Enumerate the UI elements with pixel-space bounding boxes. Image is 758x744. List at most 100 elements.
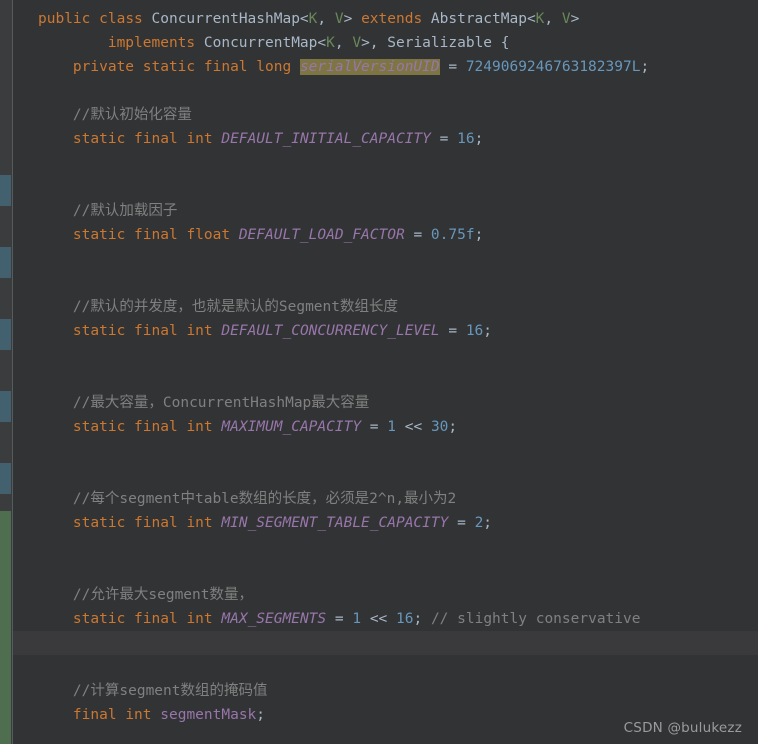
token-num: 7249069246763182397L — [465, 59, 641, 75]
token-punc: ; — [640, 59, 650, 75]
token-kw: final — [134, 419, 178, 435]
token-num: 0.75f — [430, 227, 475, 243]
token-op — [125, 323, 134, 339]
editor-gutter[interactable] — [0, 0, 12, 744]
token-op — [361, 611, 370, 627]
token-kw: implements — [107, 35, 196, 51]
token-type: AbstractMap — [430, 11, 527, 27]
code-line[interactable]: //每个segment中table数组的长度，必须是2^n,最小为2 — [13, 487, 758, 511]
token-cst: DEFAULT_LOAD_FACTOR — [238, 227, 405, 243]
code-line[interactable]: static final int DEFAULT_INITIAL_CAPACIT… — [13, 127, 758, 151]
vcs-marker-modified[interactable] — [0, 463, 11, 494]
code-line[interactable] — [13, 79, 758, 103]
code-line[interactable] — [13, 439, 758, 463]
code-line[interactable]: public class ConcurrentHashMap<K, V> ext… — [13, 7, 758, 31]
token-op — [230, 227, 239, 243]
token-kw: static — [72, 419, 126, 435]
token-op — [326, 611, 335, 627]
token-cst: DEFAULT_CONCURRENCY_LEVEL — [221, 323, 440, 339]
code-line[interactable] — [13, 343, 758, 367]
token-kw: private — [72, 59, 135, 75]
token-punc: ; — [413, 611, 423, 627]
code-line[interactable] — [13, 559, 758, 583]
token-op — [379, 419, 388, 435]
code-line[interactable] — [13, 655, 758, 679]
vcs-marker-modified[interactable] — [0, 391, 11, 422]
token-op — [125, 611, 134, 627]
code-line[interactable] — [13, 367, 758, 391]
code-line[interactable] — [13, 271, 758, 295]
code-line[interactable]: //允许最大segment数量， — [13, 583, 758, 607]
code-line[interactable]: private static final long serialVersionU… — [13, 55, 758, 79]
code-line[interactable]: static final int MAX_SEGMENTS = 1 << 16;… — [13, 607, 758, 631]
token-op — [361, 419, 370, 435]
token-num: 30 — [430, 419, 449, 435]
vcs-marker-modified[interactable] — [0, 319, 11, 350]
token-cmt: //计算segment数组的掩码值 — [72, 683, 268, 699]
vcs-marker-added[interactable] — [0, 511, 11, 744]
token-gen: V — [334, 11, 344, 27]
token-cmt: //允许最大segment数量， — [72, 587, 253, 603]
code-line[interactable]: implements ConcurrentMap<K, V>, Serializ… — [13, 31, 758, 55]
token-op — [134, 59, 143, 75]
vcs-marker-modified[interactable] — [0, 247, 11, 278]
code-line[interactable] — [13, 247, 758, 271]
token-kw: int — [125, 707, 152, 723]
code-line[interactable]: //默认初始化容量 — [13, 103, 758, 127]
code-line[interactable] — [13, 463, 758, 487]
token-num: 16 — [465, 323, 484, 339]
code-line[interactable] — [13, 631, 758, 655]
code-line[interactable]: static final int MAXIMUM_CAPACITY = 1 <<… — [13, 415, 758, 439]
token-punc: ; — [256, 707, 266, 723]
code-line[interactable]: static final int MIN_SEGMENT_TABLE_CAPAC… — [13, 511, 758, 535]
token-kw: extends — [361, 11, 423, 27]
code-line[interactable]: static final int DEFAULT_CONCURRENCY_LEV… — [13, 319, 758, 343]
token-op — [90, 11, 99, 27]
token-op — [195, 35, 204, 51]
token-gen: V — [352, 35, 362, 51]
token-punc: , — [317, 11, 335, 27]
token-type: Serializable — [387, 35, 493, 51]
vcs-marker-modified[interactable] — [0, 175, 11, 206]
code-line[interactable] — [13, 535, 758, 559]
token-op — [422, 11, 431, 27]
token-cmt: //默认初始化容量 — [72, 107, 192, 123]
token-op — [195, 59, 204, 75]
token-num: 1 — [387, 419, 396, 435]
token-type: ConcurrentMap — [203, 35, 318, 51]
token-op — [457, 59, 466, 75]
token-op — [422, 227, 431, 243]
token-kw: int — [186, 515, 213, 531]
token-op — [117, 707, 126, 723]
code-line[interactable]: static final float DEFAULT_LOAD_FACTOR =… — [13, 223, 758, 247]
token-cmt: //每个segment中table数组的长度，必须是2^n,最小为2 — [72, 491, 457, 507]
code-content[interactable]: public class ConcurrentHashMap<K, V> ext… — [13, 0, 758, 744]
code-editor[interactable]: public class ConcurrentHashMap<K, V> ext… — [0, 0, 758, 744]
token-op: = — [457, 515, 466, 531]
code-line[interactable]: //计算segment数组的掩码值 — [13, 679, 758, 703]
token-cmt: //最大容量，ConcurrentHashMap最大容量 — [72, 395, 370, 411]
code-line[interactable] — [13, 0, 758, 7]
token-op — [125, 419, 134, 435]
code-line[interactable] — [13, 175, 758, 199]
token-kw: final — [134, 611, 178, 627]
token-op — [248, 59, 257, 75]
code-line[interactable]: //最大容量，ConcurrentHashMap最大容量 — [13, 391, 758, 415]
token-num: 16 — [396, 611, 414, 627]
code-line[interactable]: //默认加载因子 — [13, 199, 758, 223]
code-line[interactable] — [13, 151, 758, 175]
token-punc: < — [299, 11, 309, 27]
token-num: 2 — [474, 515, 484, 531]
token-gen: K — [326, 35, 335, 51]
token-op — [387, 611, 396, 627]
token-punc: { — [492, 35, 510, 51]
token-cmt: // slightly conservative — [430, 611, 641, 627]
token-kw: float — [186, 227, 231, 243]
code-line[interactable]: //默认的并发度，也就是默认的Segment数组长度 — [13, 295, 758, 319]
token-kw: final — [134, 323, 178, 339]
